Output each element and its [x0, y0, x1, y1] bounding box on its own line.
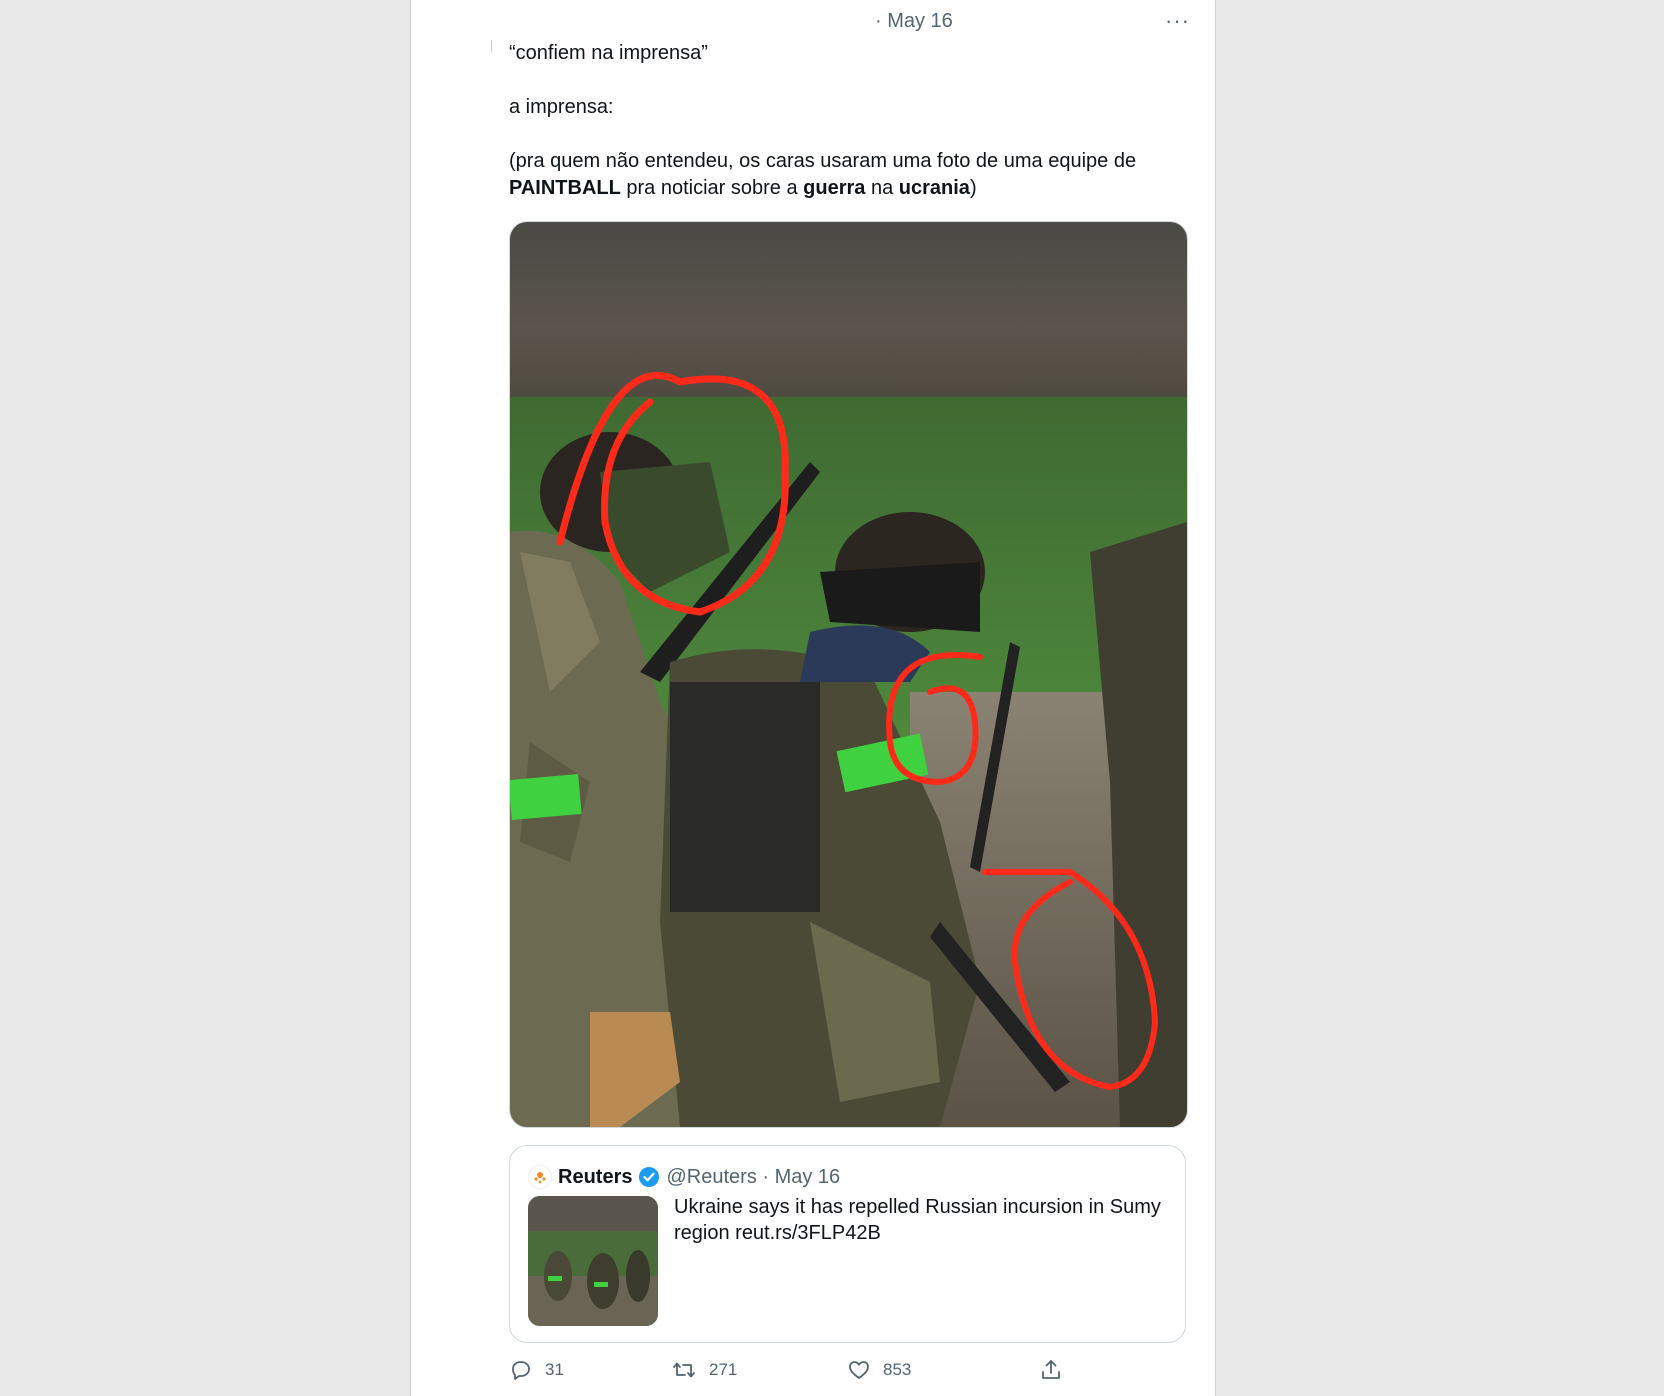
tweet-line-1: “confiem na imprensa” [509, 42, 708, 64]
reply-icon [512, 1361, 530, 1380]
retweet-icon [673, 1362, 695, 1378]
tweet-date[interactable]: · May 16 [875, 10, 953, 33]
quoted-tweet-thumbnail[interactable] [528, 1196, 658, 1326]
tweet-photo[interactable] [509, 221, 1188, 1128]
bold-guerra: guerra [803, 177, 866, 199]
reply-button[interactable]: 31 [509, 1358, 564, 1382]
quoted-tweet[interactable]: Reuters @Reuters · May 16 Ukraine says i… [509, 1145, 1186, 1343]
bold-ucrania: ucrania [898, 177, 970, 199]
reuters-avatar[interactable] [528, 1165, 552, 1189]
tweet-actions: 31 271 853 [509, 1358, 1109, 1388]
tweet-line-2: a imprensa: [509, 96, 614, 118]
annotated-paintball-photo [510, 222, 1187, 1127]
share-button[interactable] [1039, 1358, 1063, 1382]
tweet-line-3: (pra quem não entendeu, os caras usaram … [509, 150, 1137, 199]
quoted-author-handle[interactable]: @Reuters · May 16 [666, 1166, 840, 1189]
quoted-tweet-header: Reuters @Reuters · May 16 [528, 1164, 840, 1190]
retweet-button[interactable]: 271 [671, 1358, 737, 1382]
tweet-card: · May 16 ··· “confiem na imprensa” a imp… [410, 0, 1216, 1396]
verified-badge-icon [639, 1167, 660, 1187]
quoted-author-name[interactable]: Reuters [558, 1166, 632, 1189]
heart-icon [849, 1361, 869, 1379]
reply-count: 31 [545, 1360, 564, 1379]
like-count: 853 [883, 1360, 912, 1379]
like-button[interactable]: 853 [847, 1358, 911, 1382]
thumbnail-photo [528, 1196, 658, 1326]
bold-paintball: PAINTBALL [509, 177, 621, 199]
quoted-tweet-text[interactable]: Ukraine says it has repelled Russian inc… [674, 1194, 1169, 1246]
reuters-logo-icon [534, 1172, 546, 1184]
retweet-count: 271 [709, 1360, 738, 1379]
thread-line [491, 40, 492, 52]
more-options-icon[interactable]: ··· [1165, 8, 1190, 34]
tweet-text: “confiem na imprensa” a imprensa: (pra q… [509, 40, 1199, 202]
share-icon [1042, 1360, 1060, 1379]
